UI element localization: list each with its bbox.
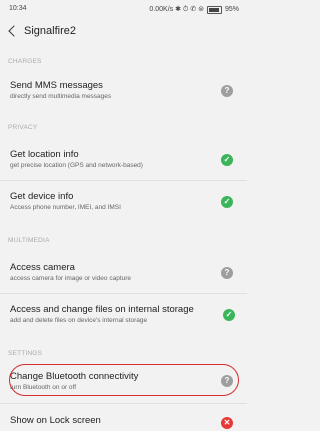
app-header: Signalfire2 (0, 20, 247, 46)
permission-device-info[interactable]: Get device info Access phone number, IME… (0, 187, 247, 217)
permission-title: Access camera (10, 262, 75, 273)
checkmark-icon[interactable]: ✓ (221, 154, 233, 166)
checkmark-icon[interactable]: ✓ (223, 309, 235, 321)
status-icons: 0.00K/s ✱ ⏱ ✆ ⊜ 95% (149, 5, 239, 14)
back-arrow-icon[interactable] (8, 25, 20, 37)
permission-subtitle: access camera for image or video capture (10, 275, 132, 282)
status-bar: 10:34 0.00K/s ✱ ⏱ ✆ ⊜ 95% (0, 0, 247, 20)
divider (0, 403, 247, 404)
permission-title: Get location info (10, 149, 79, 160)
permission-send-mms[interactable]: Send MMS messages directly send multimed… (0, 76, 247, 106)
question-icon[interactable]: ? (221, 85, 233, 97)
permission-storage[interactable]: Access and change files on internal stor… (0, 300, 247, 330)
permission-subtitle: directly send multimedia messages (10, 93, 112, 100)
permission-location[interactable]: Get location info get precise location (… (0, 145, 247, 175)
permission-title: Send MMS messages (10, 80, 103, 91)
status-indicators: 0.00K/s ✱ ⏱ ✆ ⊜ (149, 6, 204, 13)
checkmark-icon[interactable]: ✓ (221, 196, 233, 208)
battery-percent: 95% (224, 6, 239, 13)
permission-subtitle: Access phone number, IMEI, and IMSI (10, 204, 121, 211)
close-icon[interactable]: ✕ (221, 417, 233, 429)
permission-title: Get device info (10, 191, 74, 202)
divider (0, 293, 247, 294)
permission-camera[interactable]: Access camera access camera for image or… (0, 258, 247, 288)
permission-title: Access and change files on internal stor… (10, 304, 194, 315)
divider (0, 180, 247, 181)
permission-subtitle: add and delete files on device's interna… (10, 317, 148, 324)
status-time: 10:34 (9, 5, 27, 12)
permission-title: Show on Lock screen (10, 415, 101, 426)
permission-lock-screen[interactable]: Show on Lock screen ✕ (0, 410, 247, 431)
section-privacy: PRIVACY (8, 124, 38, 131)
section-charges: CHARGES (8, 58, 42, 65)
battery-icon (206, 5, 222, 14)
section-multimedia: MULTIMEDIA (8, 237, 50, 244)
page-title: Signalfire2 (24, 25, 76, 37)
permission-subtitle: get precise location (GPS and network-ba… (10, 162, 143, 169)
question-icon[interactable]: ? (221, 267, 233, 279)
section-settings: SETTINGS (8, 350, 43, 357)
highlight-ring (9, 364, 239, 396)
